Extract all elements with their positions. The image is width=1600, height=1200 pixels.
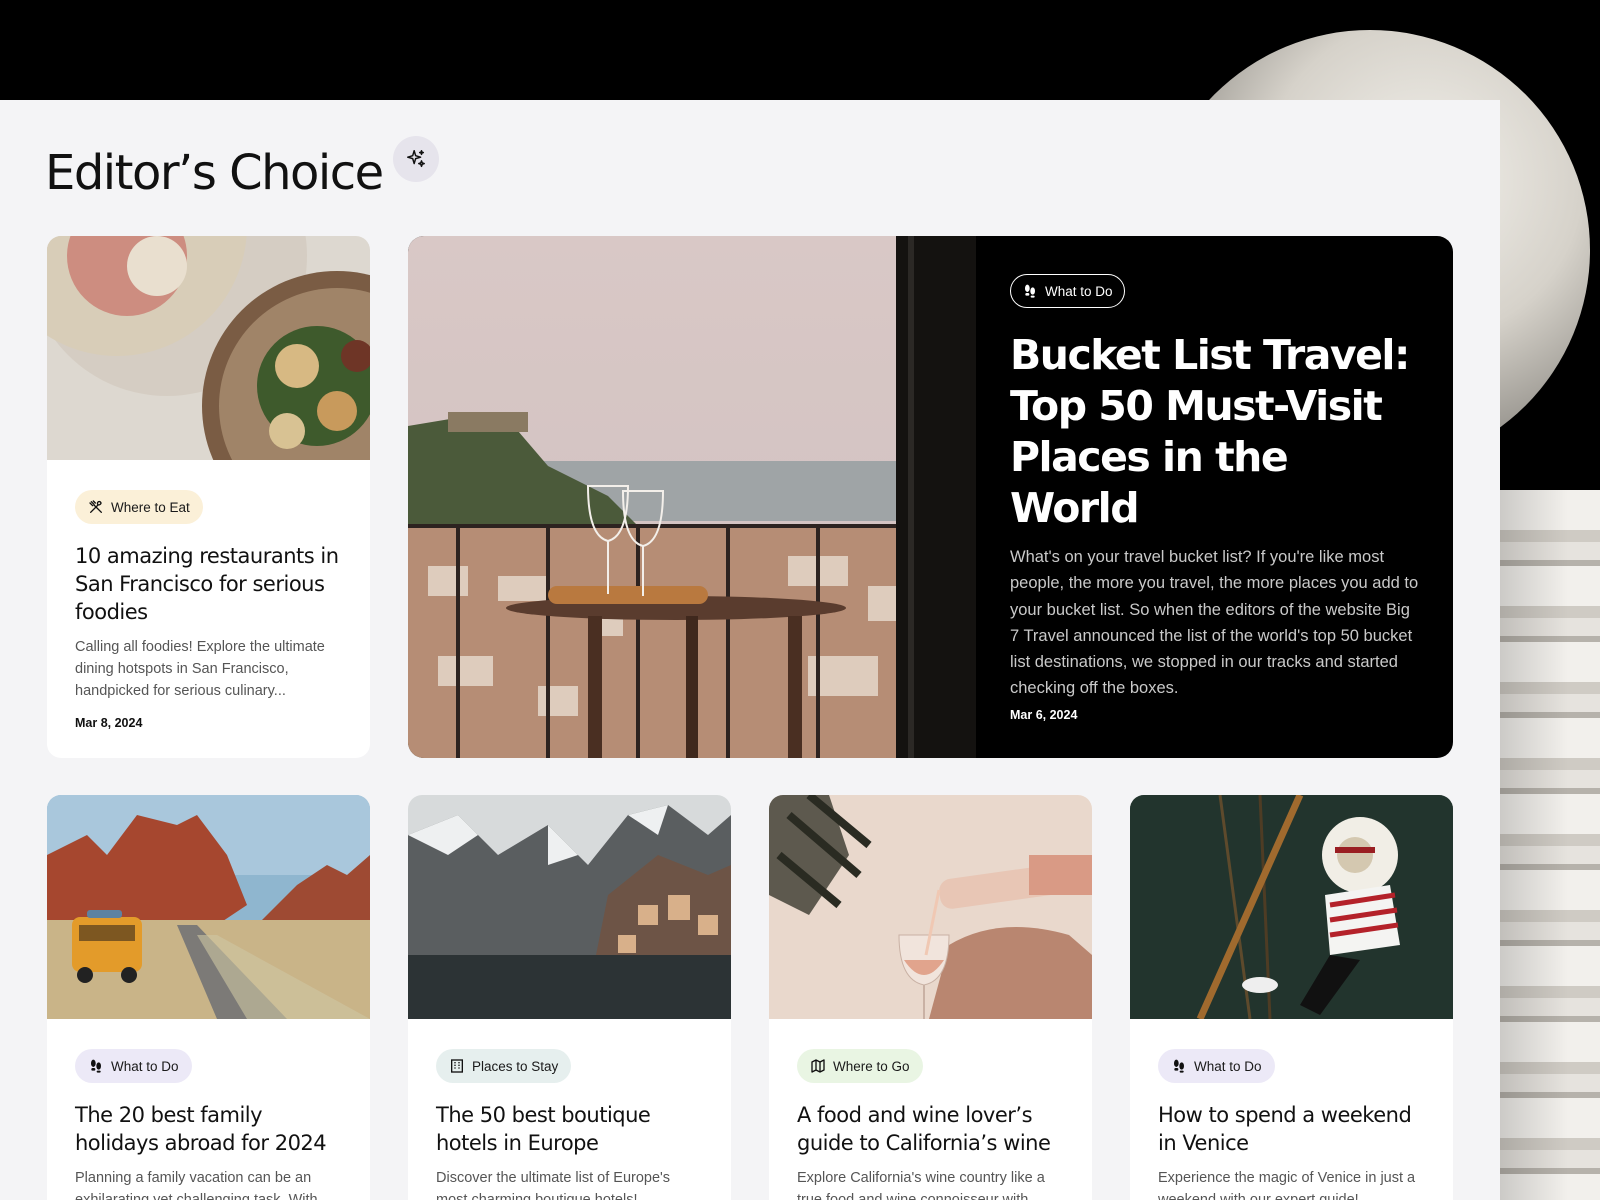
editors-choice-panel: Editor’s Choice Where to Eat 10 amazing …: [0, 100, 1500, 1200]
featured-image: [408, 236, 976, 758]
sparkle-icon: [392, 136, 439, 182]
category-tag-label: What to Do: [1045, 283, 1113, 299]
footprints-icon: [1174, 1059, 1184, 1073]
featured-article[interactable]: What to Do Bucket List Travel: Top 50 Mu…: [408, 236, 1453, 758]
article-date: Mar 8, 2024: [75, 716, 143, 730]
article-title[interactable]: The 50 best boutique hotels in Europe: [436, 1101, 703, 1157]
category-tag[interactable]: What to Do: [1158, 1049, 1275, 1083]
category-tag-label: Where to Eat: [111, 499, 190, 515]
featured-date: Mar 6, 2024: [1010, 708, 1078, 722]
article-card-restaurants[interactable]: Where to Eat 10 amazing restaurants in S…: [47, 236, 370, 758]
article-card-family-holidays[interactable]: What to Do The 20 best family holidays a…: [47, 795, 370, 1200]
category-tag-label: What to Do: [111, 1058, 179, 1074]
article-card-california-wine[interactable]: Where to Go A food and wine lover’s guid…: [769, 795, 1092, 1200]
article-title[interactable]: How to spend a weekend in Venice: [1158, 1101, 1425, 1157]
category-tag[interactable]: What to Do: [1010, 274, 1125, 308]
utensils-icon: [89, 500, 102, 513]
article-title[interactable]: 10 amazing restaurants in San Francisco …: [75, 542, 342, 626]
building-icon: [451, 1059, 463, 1073]
article-card-venice[interactable]: What to Do How to spend a weekend in Ven…: [1130, 795, 1453, 1200]
article-image: [408, 795, 731, 1019]
category-tag-label: Places to Stay: [472, 1058, 559, 1074]
section-header: Editor’s Choice: [45, 136, 439, 208]
category-tag[interactable]: Places to Stay: [436, 1049, 572, 1083]
article-excerpt: Experience the magic of Venice in just a…: [1158, 1170, 1416, 1200]
article-image: [769, 795, 1092, 1019]
footprints-icon: [91, 1059, 101, 1073]
article-image: [47, 795, 370, 1019]
map-icon: [811, 1059, 825, 1073]
page-title: Editor’s Choice: [45, 145, 384, 201]
category-tag[interactable]: Where to Eat: [75, 490, 203, 524]
category-tag-label: What to Do: [1194, 1058, 1262, 1074]
category-tag[interactable]: What to Do: [75, 1049, 192, 1083]
footprints-icon: [1025, 284, 1035, 298]
article-excerpt: Discover the ultimate list of Europe's m…: [436, 1170, 671, 1200]
category-tag-label: Where to Go: [833, 1058, 910, 1074]
featured-excerpt: What's on your travel bucket list? If yo…: [1010, 548, 1419, 698]
article-excerpt: Explore California's wine country like a…: [797, 1170, 1045, 1200]
article-excerpt: Calling all foodies! Explore the ultimat…: [75, 639, 325, 699]
article-title[interactable]: A food and wine lover’s guide to Califor…: [797, 1101, 1064, 1157]
article-excerpt: Planning a family vacation can be an exh…: [75, 1170, 318, 1200]
article-card-boutique-hotels[interactable]: Places to Stay The 50 best boutique hote…: [408, 795, 731, 1200]
article-image: [47, 236, 370, 460]
featured-title[interactable]: Bucket List Travel: Top 50 Must-Visit Pl…: [1010, 330, 1420, 534]
article-image: [1130, 795, 1453, 1019]
article-title[interactable]: The 20 best family holidays abroad for 2…: [75, 1101, 342, 1157]
category-tag[interactable]: Where to Go: [797, 1049, 923, 1083]
